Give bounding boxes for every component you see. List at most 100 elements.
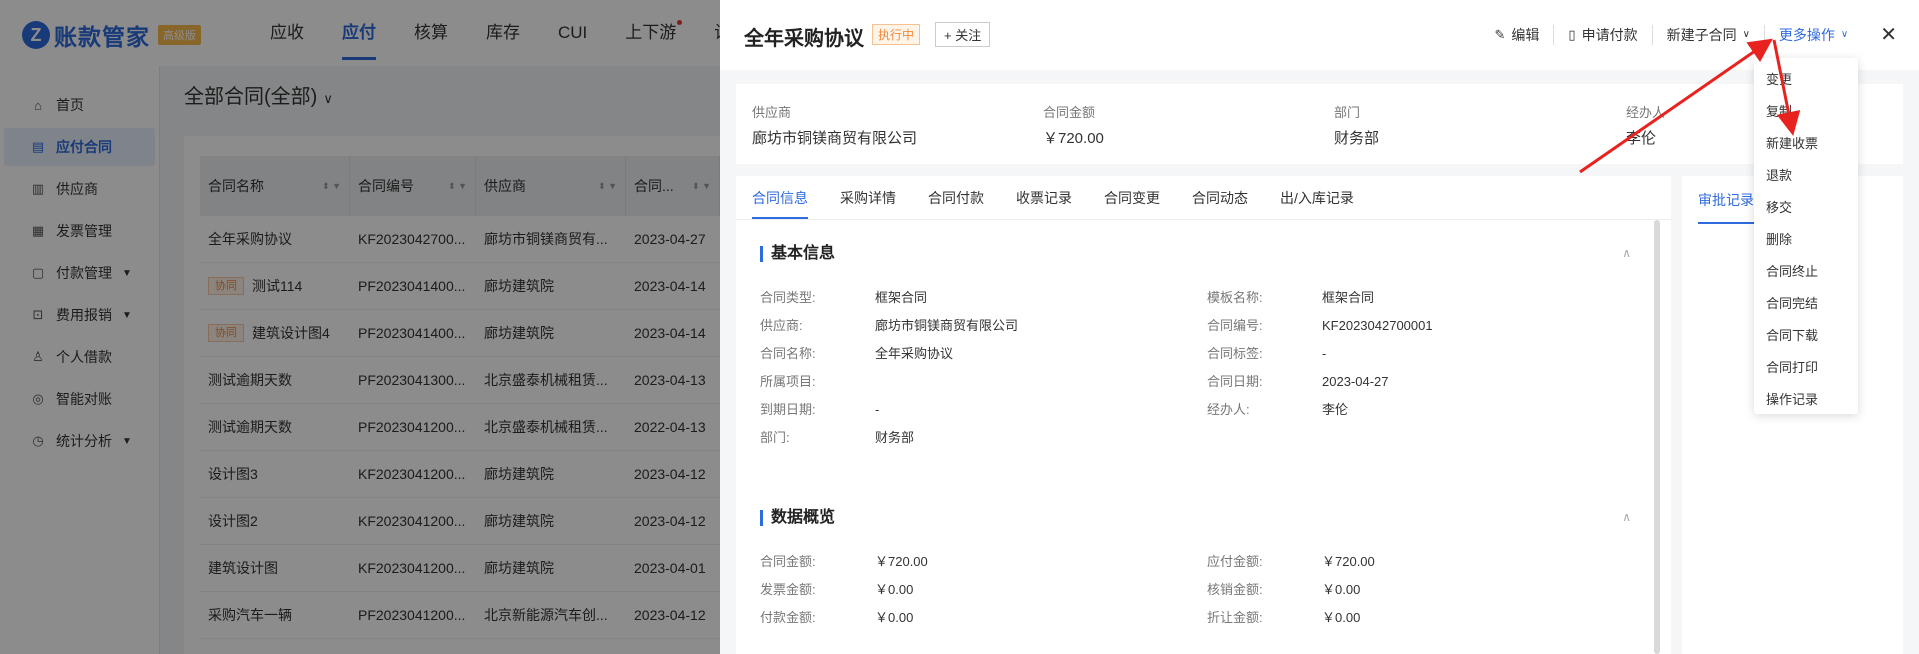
tab-contract-payment[interactable]: 合同付款 [928,176,984,219]
document-icon: ▯ [1568,26,1576,42]
field-value: - [875,402,880,417]
info-field: 部门: 财务部 [760,427,914,446]
field-value: ￥0.00 [1322,610,1361,625]
field-label: 合同名称: [760,346,816,361]
field-value: 廊坊市铜镁商贸有限公司 [875,318,1019,333]
summary-supplier: 供应商 廊坊市铜镁商贸有限公司 [752,102,917,148]
field-value: KF2023042700001 [1322,318,1433,333]
drawer-header: 全年采购协议 执行中 + 关注 ✎ 编辑 ▯ 申请付款 新建子合同 ∨ 更多操作 ∨ ✕ [720,0,1919,70]
new-sub-contract-label: 新建子合同 [1666,26,1737,43]
info-field: 应付金额: ￥720.00 [1207,551,1375,570]
summary-value: ￥720.00 [1043,130,1104,147]
menu-item[interactable]: 变更 [1754,64,1858,96]
summary-card: 供应商 廊坊市铜镁商贸有限公司 合同金额 ￥720.00 部门财务部 经办人李伦 [736,84,1903,164]
field-label: 模板名称: [1207,290,1263,305]
info-field: 合同类型: 框架合同 [760,287,927,306]
info-field: 合同名称: 全年采购协议 [760,343,953,362]
tab-stock-records[interactable]: 出/入库记录 [1280,176,1354,219]
field-label: 合同标签: [1207,346,1263,361]
contract-info-panel: 合同信息 采购详情 合同付款 收票记录 合同变更 合同动态 出/入库记录 基本信… [736,176,1671,654]
field-value: ￥0.00 [875,610,914,625]
tab-contract-changes[interactable]: 合同变更 [1104,176,1160,219]
tab-approval-records[interactable]: 审批记录 [1698,190,1754,224]
field-label: 所属项目: [760,374,816,389]
info-field: 付款金额: ￥0.00 [760,607,913,626]
field-label: 核销金额: [1207,582,1263,597]
menu-item[interactable]: 合同终止 [1754,256,1858,288]
info-field: 模板名称: 框架合同 [1207,287,1374,306]
menu-item[interactable]: 退款 [1754,160,1858,192]
info-field: 发票金额: ￥0.00 [760,579,913,598]
menu-item[interactable]: 删除 [1754,224,1858,256]
scrollbar[interactable] [1654,220,1660,654]
summary-label: 部门 [1334,105,1361,120]
summary-handler: 经办人 李伦 [1626,102,1665,148]
more-actions-button[interactable]: 更多操作 ∨ [1765,25,1862,45]
plus-icon: + [944,28,952,43]
field-value: 李伦 [1322,402,1349,417]
menu-item[interactable]: 新建收票 [1754,128,1858,160]
more-actions-label: 更多操作 [1778,26,1835,43]
field-value: ￥0.00 [1322,582,1361,597]
summary-label: 供应商 [752,105,792,120]
field-label: 部门: [760,430,790,445]
edit-button[interactable]: ✎ 编辑 [1481,24,1555,45]
field-label: 合同类型: [760,290,816,305]
collapse-icon[interactable]: ∧ [1622,510,1631,524]
menu-item[interactable]: 合同完结 [1754,288,1858,320]
summary-value: 财务部 [1334,130,1380,147]
edit-icon: ✎ [1494,26,1506,42]
tab-contract-activity[interactable]: 合同动态 [1192,176,1248,219]
field-value: ￥0.00 [875,582,914,597]
info-field: 供应商: 廊坊市铜镁商贸有限公司 [760,315,1018,334]
info-field: 经办人: 李伦 [1207,399,1348,418]
field-label: 应付金额: [1207,554,1263,569]
field-label: 发票金额: [760,582,816,597]
info-field: 合同标签: - [1207,343,1326,362]
summary-amount: 合同金额 ￥720.00 [1043,102,1104,148]
apply-payment-label: 申请付款 [1581,26,1638,43]
field-label: 经办人: [1207,402,1250,417]
field-value: 框架合同 [875,290,928,305]
info-field: 所属项目: [760,371,875,390]
apply-payment-button[interactable]: ▯ 申请付款 [1554,24,1653,45]
info-field: 合同编号: KF2023042700001 [1207,315,1433,334]
field-value: 2023-04-27 [1322,374,1389,389]
field-value: 框架合同 [1322,290,1375,305]
summary-label: 经办人 [1626,105,1666,120]
follow-button[interactable]: + 关注 [935,22,991,47]
info-field: 折让金额: ￥0.00 [1207,607,1360,626]
summary-label: 合同金额 [1043,105,1096,120]
summary-department: 部门 财务部 [1334,102,1379,148]
collapse-icon[interactable]: ∧ [1622,246,1631,260]
info-field: 合同金额: ￥720.00 [760,551,928,570]
close-icon[interactable]: ✕ [1880,22,1897,47]
field-label: 合同编号: [1207,318,1263,333]
menu-item[interactable]: 移交 [1754,192,1858,224]
info-field: 核销金额: ￥0.00 [1207,579,1360,598]
field-value: - [1322,346,1327,361]
menu-item[interactable]: 操作记录 [1754,384,1858,416]
tab-invoice-records[interactable]: 收票记录 [1016,176,1072,219]
header-actions: ✎ 编辑 ▯ 申请付款 新建子合同 ∨ 更多操作 ∨ ✕ [1481,22,1919,47]
summary-value: 李伦 [1626,130,1657,147]
field-label: 供应商: [760,318,803,333]
detail-tabs: 合同信息 采购详情 合同付款 收票记录 合同变更 合同动态 出/入库记录 [736,176,1671,220]
field-value: ￥720.00 [875,554,928,569]
chevron-down-icon: ∨ [1742,29,1750,40]
menu-item[interactable]: 合同打印 [1754,352,1858,384]
edit-label: 编辑 [1511,26,1540,43]
section-basic-info: 基本信息 [760,246,835,262]
new-sub-contract-button[interactable]: 新建子合同 ∨ [1653,24,1765,45]
info-field: 到期日期: - [760,399,879,418]
field-value: 全年采购协议 [875,346,954,361]
tab-contract-info[interactable]: 合同信息 [752,176,808,219]
drawer-title: 全年采购协议 [744,28,864,50]
menu-item[interactable]: 复制 [1754,96,1858,128]
follow-label: 关注 [955,28,982,43]
section-data-overview: 数据概览 [760,510,835,526]
field-value: ￥720.00 [1322,554,1375,569]
menu-item[interactable]: 合同下载 [1754,320,1858,352]
tab-purchase-details[interactable]: 采购详情 [840,176,896,219]
field-label: 到期日期: [760,402,816,417]
